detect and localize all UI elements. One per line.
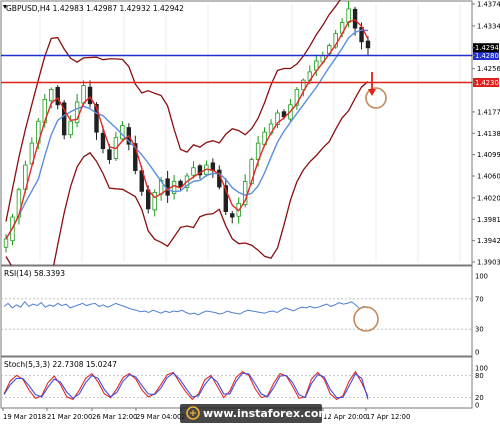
- stoch-axis: 10080200: [475, 365, 488, 410]
- time-tick-label: 26 Mar 12:00: [92, 413, 137, 421]
- price-tick-label: 1.39420: [477, 237, 500, 245]
- rsi-axis: 100 70 30 0: [475, 273, 488, 357]
- rsi-tick-label: 0: [475, 349, 479, 357]
- candle-body: [230, 213, 235, 218]
- candle-body: [365, 40, 371, 49]
- price-tick-label: 1.39810: [477, 216, 500, 224]
- rsi-panel: RSI(14) 58.3393 100 70 30 0: [0, 265, 488, 357]
- price-axis: 1.43740 1.43340 1.42560 1.41770 1.41380 1.409…: [472, 1, 500, 267]
- rsi-tick-label: 30: [475, 326, 484, 334]
- resistance-level-label: 1.42800: [475, 52, 500, 60]
- candle-body: [346, 8, 351, 23]
- candle-body: [81, 85, 86, 104]
- candle-body: [107, 149, 112, 160]
- stoch-panel: Stoch(5,3,3) 22.7308 15.0247 10080200: [0, 356, 488, 410]
- time-tick-label: 19 Mar 2018: [3, 413, 46, 421]
- time-tick-label: 17 Apr 12:00: [366, 413, 410, 421]
- candle-body: [146, 189, 151, 210]
- price-tick-label: 1.41770: [477, 108, 500, 116]
- current-price-label: 1.42942: [475, 44, 500, 52]
- candle-body: [165, 178, 170, 196]
- price-tick-label: 1.40600: [477, 173, 500, 181]
- stoch-tick-label: 80: [475, 372, 484, 380]
- price-tick-label: 1.42560: [477, 65, 500, 73]
- price-tick-label: 1.41380: [477, 130, 500, 138]
- candle-body: [352, 8, 358, 29]
- price-tick-label: 1.40990: [477, 151, 500, 159]
- price-tick-label: 1.43340: [477, 22, 500, 30]
- candle-body: [100, 132, 106, 150]
- price-tick-label: 1.43740: [477, 1, 500, 9]
- rsi-panel-frame: [0, 265, 473, 357]
- time-tick-label: 29 Mar 04:00: [136, 413, 181, 421]
- chart-canvas: 1.42800 1.42307 1.42942 GBPUSD,H4 1.42983 …: [0, 0, 500, 423]
- watermark-text: www.instaforex.com: [203, 407, 330, 420]
- stoch-tick-label: 0: [475, 402, 479, 410]
- candle-body: [3, 238, 9, 248]
- stoch-label: Stoch(5,3,3) 22.7308 15.0247: [4, 360, 117, 369]
- rsi-tick-label: 100: [475, 273, 488, 281]
- price-tick-label: 1.40200: [477, 194, 500, 202]
- rsi-tick-label: 70: [475, 295, 484, 303]
- candle-body: [87, 86, 93, 105]
- chart-window: 1.42800 1.42307 1.42942 GBPUSD,H4 1.42983 …: [0, 0, 500, 427]
- candle-body: [55, 86, 60, 106]
- candle-body: [68, 120, 73, 136]
- support-level-label: 1.42307: [475, 79, 500, 87]
- candle-body: [49, 89, 54, 102]
- price-tick-label: 1.39030: [477, 259, 500, 267]
- rsi-label: RSI(14) 58.3393: [4, 269, 65, 278]
- price-panel: 1.42800 1.42307 1.42942 GBPUSD,H4 1.42983 …: [0, 0, 500, 280]
- candle-body: [191, 167, 196, 176]
- watermark: www.instaforex.com: [180, 404, 330, 423]
- time-tick-label: 21 Mar 20:00: [47, 413, 92, 421]
- symbol-title: GBPUSD,H4 1.42983 1.42987 1.42932 1.4294…: [6, 4, 184, 13]
